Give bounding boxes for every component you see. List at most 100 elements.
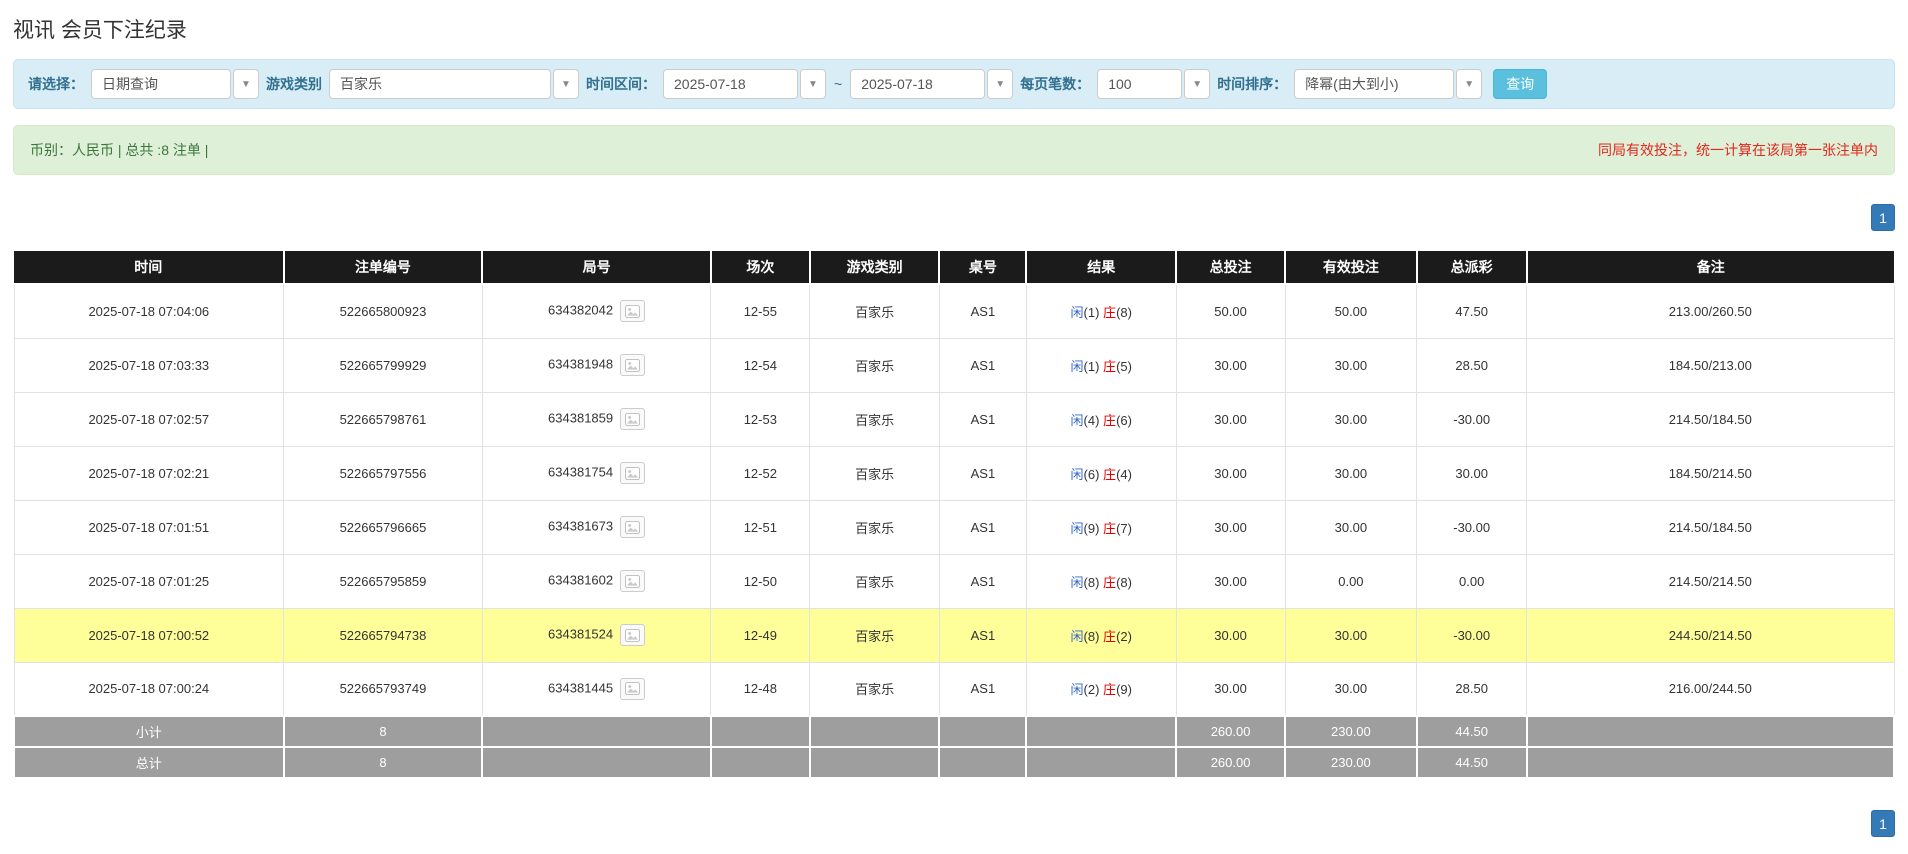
cell-round-id: 634381859 [482, 392, 711, 446]
page-size-select[interactable]: 100 ▼ [1097, 69, 1210, 99]
page-1-button[interactable]: 1 [1871, 204, 1895, 231]
round-snapshot-icon[interactable] [620, 354, 645, 376]
cell-payout: 28.50 [1417, 662, 1527, 716]
page-title: 视讯 会员下注纪录 [13, 14, 1895, 44]
date-from-select[interactable]: 2025-07-18 ▼ [663, 69, 826, 99]
result-banker-value: (8) [1116, 575, 1132, 590]
cell-time: 2025-07-18 07:04:06 [14, 284, 284, 338]
page-1-button[interactable]: 1 [1871, 810, 1895, 837]
result-player-label: 闲 [1071, 682, 1084, 697]
cell-bet-id: 522665799929 [284, 338, 483, 392]
result-player-label: 闲 [1071, 521, 1084, 536]
cell-result: 闲(6) 庄(4) [1026, 446, 1176, 500]
date-to-select[interactable]: 2025-07-18 ▼ [850, 69, 1013, 99]
chevron-down-icon[interactable]: ▼ [987, 69, 1013, 99]
date-from-value[interactable]: 2025-07-18 [663, 69, 798, 99]
page-size-value[interactable]: 100 [1097, 69, 1182, 99]
cell-payout: 47.50 [1417, 284, 1527, 338]
header-time: 时间 [14, 251, 284, 284]
cell-total-bet-link[interactable]: 30.00 [1176, 500, 1285, 554]
cell-total-bet-link[interactable]: 30.00 [1176, 446, 1285, 500]
result-banker-label: 庄 [1103, 575, 1116, 590]
header-round-id: 局号 [482, 251, 711, 284]
table-row: 2025-07-18 07:00:24 522665793749 6343814… [14, 662, 1894, 716]
cell-total-bet-link[interactable]: 30.00 [1176, 608, 1285, 662]
cell-valid-bet: 30.00 [1285, 338, 1417, 392]
cell-payout: -30.00 [1417, 500, 1527, 554]
cell-table-no: AS1 [939, 446, 1026, 500]
cell-time: 2025-07-18 07:03:33 [14, 338, 284, 392]
sort-value[interactable]: 降幂(由大到小) [1294, 69, 1454, 99]
result-player-label: 闲 [1071, 629, 1084, 644]
table-footer: 小计 8 260.00 230.00 44.50 总计 8 260.00 230… [14, 716, 1894, 778]
cell-session: 12-55 [711, 284, 810, 338]
cell-game-type: 百家乐 [810, 392, 940, 446]
cell-total-bet-link[interactable]: 30.00 [1176, 338, 1285, 392]
subtotal-valid-bet: 230.00 [1285, 716, 1417, 747]
result-player-value: (4) [1084, 413, 1100, 428]
cell-total-bet-link[interactable]: 30.00 [1176, 392, 1285, 446]
result-player-label: 闲 [1071, 305, 1084, 320]
round-id-value: 634381602 [548, 572, 613, 587]
table-row: 2025-07-18 07:02:21 522665797556 6343817… [14, 446, 1894, 500]
cell-payout: 0.00 [1417, 554, 1527, 608]
round-snapshot-icon[interactable] [620, 678, 645, 700]
round-id-value: 634381948 [548, 356, 613, 371]
table-row: 2025-07-18 07:03:33 522665799929 6343819… [14, 338, 1894, 392]
result-player-label: 闲 [1071, 575, 1084, 590]
chevron-down-icon[interactable]: ▼ [1456, 69, 1482, 99]
search-button[interactable]: 查询 [1493, 69, 1547, 99]
cell-table-no: AS1 [939, 392, 1026, 446]
query-type-value[interactable]: 日期查询 [91, 69, 231, 99]
result-player-value: (1) [1084, 359, 1100, 374]
result-banker-value: (5) [1116, 359, 1132, 374]
cell-game-type: 百家乐 [810, 662, 940, 716]
filter-bar: 请选择： 日期查询 ▼ 游戏类别 百家乐 ▼ 时间区间： 2025-07-18 … [13, 59, 1895, 109]
header-table-no: 桌号 [939, 251, 1026, 284]
result-player-value: (9) [1084, 521, 1100, 536]
cell-total-bet-link[interactable]: 50.00 [1176, 284, 1285, 338]
cell-table-no: AS1 [939, 662, 1026, 716]
total-count: 8 [284, 747, 483, 778]
cell-time: 2025-07-18 07:01:25 [14, 554, 284, 608]
cell-round-id: 634382042 [482, 284, 711, 338]
summary-bar: 币别：人民币 | 总共 :8 注单 | 同局有效投注，统一计算在该局第一张注单内 [13, 125, 1895, 175]
cell-time: 2025-07-18 07:02:21 [14, 446, 284, 500]
game-type-select[interactable]: 百家乐 ▼ [329, 69, 579, 99]
cell-bet-id: 522665797556 [284, 446, 483, 500]
result-player-value: (6) [1084, 467, 1100, 482]
header-remark: 备注 [1527, 251, 1894, 284]
game-type-value[interactable]: 百家乐 [329, 69, 551, 99]
cell-result: 闲(8) 庄(2) [1026, 608, 1176, 662]
cell-result: 闲(4) 庄(6) [1026, 392, 1176, 446]
chevron-down-icon[interactable]: ▼ [233, 69, 259, 99]
cell-round-id: 634381754 [482, 446, 711, 500]
sort-select[interactable]: 降幂(由大到小) ▼ [1294, 69, 1482, 99]
total-total-bet: 260.00 [1176, 747, 1285, 778]
game-type-label: 游戏类别 [266, 74, 322, 94]
round-snapshot-icon[interactable] [620, 516, 645, 538]
table-header: 时间 注单编号 局号 场次 游戏类别 桌号 结果 总投注 有效投注 总派彩 备注 [14, 251, 1894, 284]
cell-remark: 214.50/184.50 [1527, 392, 1894, 446]
round-snapshot-icon[interactable] [620, 624, 645, 646]
cell-game-type: 百家乐 [810, 284, 940, 338]
round-snapshot-icon[interactable] [620, 300, 645, 322]
table-row: 2025-07-18 07:04:06 522665800923 6343820… [14, 284, 1894, 338]
round-snapshot-icon[interactable] [620, 570, 645, 592]
cell-total-bet-link[interactable]: 30.00 [1176, 554, 1285, 608]
cell-valid-bet: 30.00 [1285, 392, 1417, 446]
chevron-down-icon[interactable]: ▼ [1184, 69, 1210, 99]
cell-game-type: 百家乐 [810, 608, 940, 662]
date-to-value[interactable]: 2025-07-18 [850, 69, 985, 99]
round-snapshot-icon[interactable] [620, 408, 645, 430]
cell-total-bet-link[interactable]: 30.00 [1176, 662, 1285, 716]
query-type-select[interactable]: 日期查询 ▼ [91, 69, 259, 99]
chevron-down-icon[interactable]: ▼ [553, 69, 579, 99]
cell-time: 2025-07-18 07:00:24 [14, 662, 284, 716]
round-snapshot-icon[interactable] [620, 462, 645, 484]
header-session: 场次 [711, 251, 810, 284]
chevron-down-icon[interactable]: ▼ [800, 69, 826, 99]
cell-valid-bet: 30.00 [1285, 500, 1417, 554]
summary-text: 币别：人民币 | 总共 :8 注单 | [30, 140, 208, 160]
date-range-label: 时间区间： [586, 74, 656, 94]
